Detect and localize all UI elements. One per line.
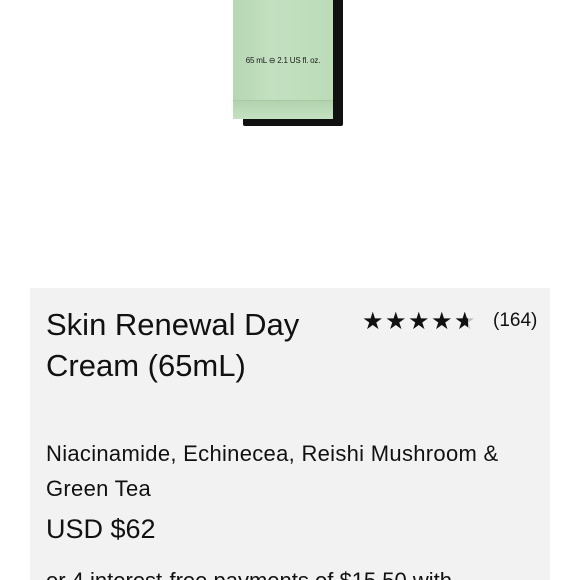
star-icon: ★ [431, 307, 453, 335]
product-rating[interactable]: ★ ★ ★ ★ ★ ★ (164) [362, 308, 537, 334]
key-ingredients: Niacinamide, Echinecea, Reishi Mushroom … [46, 441, 499, 501]
product-title: Skin Renewal Day Cream (65mL) [46, 307, 300, 383]
star-rating: ★ ★ ★ ★ ★ ★ [362, 309, 477, 333]
star-icon: ★ [385, 307, 407, 335]
installment-payments-text: or 4 interest-free payments of $15.50 wi… [46, 568, 452, 580]
star-icon: ★ [362, 307, 384, 335]
half-star-icon: ★ ★ [454, 307, 476, 335]
product-image[interactable]: 65 mL ⊖ 2.1 US fl. oz. [0, 0, 580, 288]
star-icon: ★ [408, 307, 430, 335]
product-page: 65 mL ⊖ 2.1 US fl. oz. Skin Renewal Day … [0, 0, 580, 580]
tube-crimp [233, 100, 333, 119]
review-count[interactable]: (164) [493, 310, 537, 332]
product-info-card: Skin Renewal Day Cream (65mL) ★ ★ ★ ★ ★ ★… [30, 288, 550, 580]
tube-volume-label: 65 mL ⊖ 2.1 US fl. oz. [245, 56, 321, 65]
product-price: USD $62 [46, 514, 156, 544]
